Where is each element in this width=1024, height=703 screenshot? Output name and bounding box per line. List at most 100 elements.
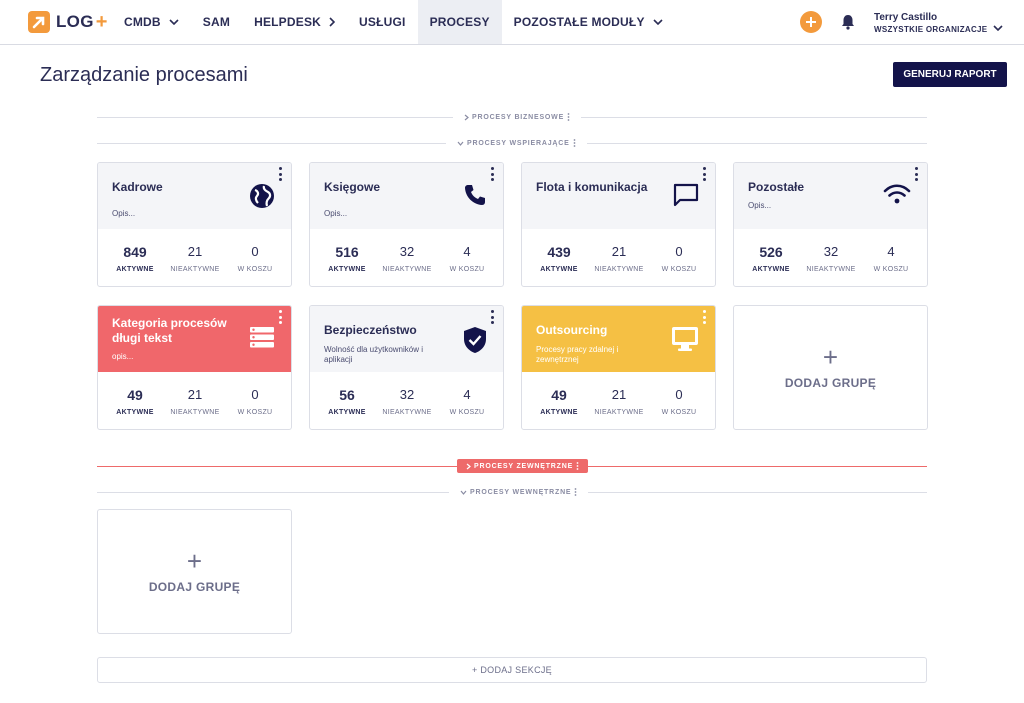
stat-trash: 4 W KOSZU xyxy=(437,386,497,418)
logo-plus: + xyxy=(95,11,108,33)
nav-item-procesy[interactable]: PROCESY xyxy=(417,0,502,44)
plus-icon xyxy=(806,17,816,27)
card-description: Procesy pracy zdalnej i zewnętrznej xyxy=(536,345,619,364)
globe-icon xyxy=(249,183,275,214)
stat-active: 516 AKTYWNE xyxy=(317,243,377,275)
inactive-label: NIEAKTYWNE xyxy=(594,266,644,273)
notifications-button[interactable] xyxy=(841,14,855,35)
active-label: AKTYWNE xyxy=(540,266,578,273)
active-label: AKTYWNE xyxy=(116,409,154,416)
add-group-label: DODAJ GRUPĘ xyxy=(148,580,241,594)
chevron-right-icon xyxy=(466,463,471,469)
inactive-count: 21 xyxy=(187,244,203,259)
more-vertical-icon xyxy=(567,113,570,121)
section-label: PROCESY BIZNESOWE xyxy=(472,113,565,121)
inactive-label: NIEAKTYWNE xyxy=(382,266,432,273)
more-vertical-icon xyxy=(576,462,579,470)
user-menu-chevron[interactable] xyxy=(993,18,1003,36)
stat-active: 439 AKTYWNE xyxy=(529,243,589,275)
app-logo[interactable]: LOG + xyxy=(28,10,107,34)
process-group-card[interactable]: Kategoria procesów długi tekst opis... 4… xyxy=(97,305,292,430)
active-count: 516 xyxy=(335,244,359,260)
card-menu-button[interactable] xyxy=(489,310,495,324)
inactive-count: 32 xyxy=(399,387,415,402)
process-group-card[interactable]: Pozostałe Opis... 526 AKTYWNE 32 NIEAKTY… xyxy=(733,162,928,287)
card-menu-button[interactable] xyxy=(277,310,283,324)
stat-inactive: 32 NIEAKTYWNE xyxy=(801,243,861,275)
add-group-button[interactable]: + DODAJ GRUPĘ xyxy=(97,509,292,634)
add-section-button[interactable]: + DODAJ SEKCJĘ xyxy=(97,657,927,683)
nav-item-label: HELPDESK xyxy=(254,15,322,29)
user-organization: WSZYSTKIE ORGANIZACJE xyxy=(874,25,988,34)
card-description: Opis... xyxy=(324,209,348,218)
nav-item-other-modules[interactable]: POZOSTAŁE MODUŁY xyxy=(502,0,675,44)
stat-inactive: 32 NIEAKTYWNE xyxy=(377,386,437,418)
card-menu-button[interactable] xyxy=(489,167,495,181)
nav-item-sam[interactable]: SAM xyxy=(191,0,242,44)
nav-item-helpdesk[interactable]: HELPDESK xyxy=(242,0,347,44)
nav-item-label: PROCESY xyxy=(429,15,490,29)
trash-count: 4 xyxy=(463,387,471,402)
section-label: PROCESY ZEWNĘTRZNE xyxy=(474,462,574,470)
active-label: AKTYWNE xyxy=(328,409,366,416)
chevron-down-icon xyxy=(993,25,1003,32)
active-count: 526 xyxy=(759,244,783,260)
active-count: 849 xyxy=(123,244,147,260)
card-menu-button[interactable] xyxy=(277,167,283,181)
generate-report-button[interactable]: GENERUJ RAPORT xyxy=(893,62,1007,87)
nav-item-label: POZOSTAŁE MODUŁY xyxy=(513,15,645,29)
trash-count: 0 xyxy=(251,244,259,259)
add-group-label: DODAJ GRUPĘ xyxy=(784,376,877,390)
card-menu-button[interactable] xyxy=(913,167,919,181)
card-menu-button[interactable] xyxy=(701,167,707,181)
shield-check-icon xyxy=(463,326,487,359)
inactive-label: NIEAKTYWNE xyxy=(170,266,220,273)
chevron-down-icon xyxy=(653,19,663,25)
add-group-button[interactable]: + DODAJ GRUPĘ xyxy=(733,305,928,430)
monitor-icon xyxy=(671,326,699,357)
active-count: 56 xyxy=(339,387,355,403)
process-group-card[interactable]: Outsourcing Procesy pracy zdalnej i zewn… xyxy=(521,305,716,430)
section-toggle-internal[interactable]: PROCESY WEWNĘTRZNE xyxy=(449,485,589,499)
stat-active: 49 AKTYWNE xyxy=(105,386,165,418)
list-icon xyxy=(249,326,275,353)
inactive-label: NIEAKTYWNE xyxy=(382,409,432,416)
more-vertical-icon xyxy=(574,488,577,496)
nav-item-cmdb[interactable]: CMDB xyxy=(112,0,191,44)
trash-count: 0 xyxy=(251,387,259,402)
section-toggle-supporting[interactable]: PROCESY WSPIERAJĄCE xyxy=(446,136,587,150)
user-menu[interactable]: Terry Castillo WSZYSTKIE ORGANIZACJE xyxy=(874,12,987,36)
wifi-icon xyxy=(883,183,911,210)
nav-item-label: USŁUGI xyxy=(359,15,406,29)
stat-active: 49 AKTYWNE xyxy=(529,386,589,418)
stat-trash: 0 W KOSZU xyxy=(225,243,285,275)
nav-item-label: SAM xyxy=(202,15,231,29)
active-label: AKTYWNE xyxy=(328,266,366,273)
bell-icon xyxy=(842,15,854,30)
inactive-count: 32 xyxy=(823,244,839,259)
stat-inactive: 21 NIEAKTYWNE xyxy=(589,243,649,275)
process-group-card[interactable]: Kadrowe Opis... 849 AKTYWNE 21 NIEAKTYWN… xyxy=(97,162,292,287)
card-description: Opis... xyxy=(748,201,772,210)
stat-trash: 0 W KOSZU xyxy=(649,386,709,418)
nav-item-uslugi[interactable]: USŁUGI xyxy=(347,0,418,44)
process-group-card[interactable]: Flota i komunikacja 439 AKTYWNE 21 NIEAK… xyxy=(521,162,716,287)
inactive-label: NIEAKTYWNE xyxy=(170,409,220,416)
section-toggle-external[interactable]: PROCESY ZEWNĘTRZNE xyxy=(457,459,589,473)
chevron-right-icon xyxy=(329,17,336,27)
chevron-down-icon xyxy=(457,141,464,146)
stat-trash: 4 W KOSZU xyxy=(861,243,921,275)
card-menu-button[interactable] xyxy=(701,310,707,324)
section-label: PROCESY WEWNĘTRZNE xyxy=(470,488,572,496)
process-group-card[interactable]: Bezpieczeństwo Wolność dla użytkowników … xyxy=(309,305,504,430)
section-toggle-business[interactable]: PROCESY BIZNESOWE xyxy=(453,110,582,124)
trash-label: W KOSZU xyxy=(449,409,485,416)
process-group-card[interactable]: Księgowe Opis... 516 AKTYWNE 32 NIEAKTYW… xyxy=(309,162,504,287)
trash-label: W KOSZU xyxy=(661,266,697,273)
quick-add-button[interactable] xyxy=(800,11,822,33)
card-title: Bezpieczeństwo xyxy=(324,323,417,337)
main-nav: CMDB SAM HELPDESK USŁUGI PROCESY POZOSTA… xyxy=(112,0,675,44)
card-title: Flota i komunikacja xyxy=(536,180,648,194)
trash-count: 4 xyxy=(463,244,471,259)
logo-text: LOG xyxy=(56,12,94,31)
